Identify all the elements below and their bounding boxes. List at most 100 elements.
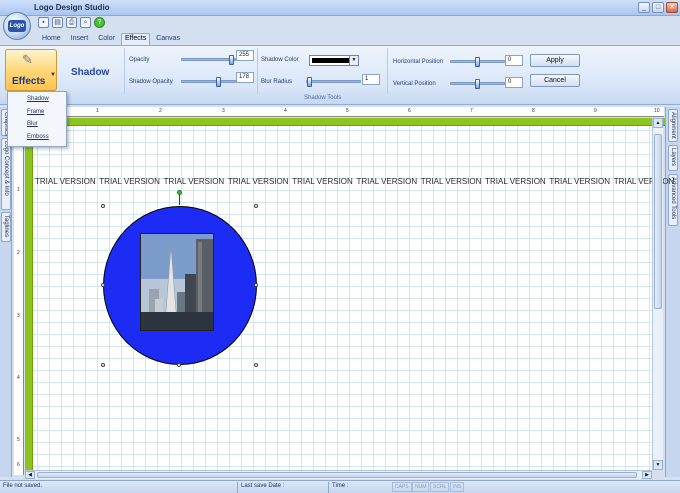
resize-handle[interactable] [101, 363, 105, 367]
minimize-button[interactable]: _ [638, 2, 650, 13]
file-status: File not saved. [3, 483, 43, 489]
trial-version-watermark: TRIAL VERSION [163, 177, 225, 186]
scrl-indicator: SCRL [430, 482, 450, 492]
tab-canvas[interactable]: Canvas [152, 33, 184, 45]
ruler-label: 8 [532, 108, 535, 114]
resize-handle[interactable] [254, 204, 258, 208]
print-icon[interactable]: ⎙ [66, 17, 77, 28]
ruler-label: 9 [594, 108, 597, 114]
right-panel-tabs: Alignment Layers Advanced Tools [665, 107, 680, 477]
apply-button[interactable]: Apply [530, 54, 580, 67]
resize-handle[interactable] [254, 363, 258, 367]
cancel-button[interactable]: Cancel [530, 74, 580, 87]
vertical-position-value[interactable]: 0 [505, 77, 523, 88]
ruler-label: 5 [346, 108, 349, 114]
close-button[interactable]: ✕ [666, 2, 678, 13]
tab-taglines-label: Taglines [3, 215, 9, 238]
ribbon-group-caption: Shadow Tools [304, 95, 342, 101]
tab-alignment[interactable]: Alignment [668, 109, 678, 142]
opacity-label: Opacity [129, 57, 150, 63]
opacity-slider[interactable] [181, 55, 236, 65]
left-panel-tabs: Graphics Logo Concept & Info Taglines [0, 107, 12, 477]
vertical-position-slider-thumb[interactable] [474, 79, 480, 89]
resize-handle[interactable] [101, 204, 105, 208]
trial-version-watermark: TRIAL VERSION [35, 177, 96, 186]
canvas-border-top [25, 118, 665, 126]
menu-item-frame[interactable]: Frame [8, 107, 66, 120]
ruler-label: 7 [470, 108, 473, 114]
opacity-group: Opacity 255 Shadow Opacity 178 [124, 48, 257, 94]
scroll-left-icon[interactable]: ◀ [25, 471, 35, 479]
blur-radius-value[interactable]: 1 [362, 74, 380, 85]
horizontal-scroll-thumb[interactable] [37, 472, 637, 478]
app-menu-button[interactable]: Logo [3, 12, 31, 40]
menu-item-blur[interactable]: Blur [8, 119, 66, 132]
caps-indicator: CAPS [392, 482, 412, 492]
ruler-label: 6 [17, 462, 20, 468]
horizontal-position-label: Horizontal Position [393, 59, 444, 65]
opacity-value[interactable]: 255 [236, 50, 254, 61]
num-indicator: NUM [412, 482, 430, 492]
shadow-color-group: Shadow Color ▼ Blur Radius 1 [257, 48, 387, 94]
rotation-handle[interactable] [177, 190, 182, 195]
maximize-button[interactable]: □ [652, 2, 664, 13]
tab-logo-concept-label: Logo Concept & Info [3, 141, 9, 196]
scroll-right-icon[interactable]: ▶ [642, 471, 652, 479]
ruler-label: 6 [408, 108, 411, 114]
horizontal-position-slider[interactable] [450, 57, 505, 67]
status-bar: File not saved. Last save Date : Time : … [0, 480, 680, 493]
horizontal-position-value[interactable]: 0 [505, 55, 523, 66]
tab-logo-concept[interactable]: Logo Concept & Info [1, 138, 11, 210]
trial-version-watermark: TRIAL VERSION [292, 177, 353, 186]
scroll-up-icon[interactable]: ▲ [653, 118, 663, 128]
magic-wand-icon: ✎ [22, 52, 33, 67]
vertical-position-slider[interactable] [450, 79, 505, 89]
shadow-opacity-value[interactable]: 178 [236, 72, 254, 83]
preview-icon[interactable]: ⌕ [80, 17, 91, 28]
shadow-opacity-label: Shadow Opacity [129, 79, 173, 85]
city-photo-image[interactable] [140, 233, 214, 331]
help-icon[interactable]: ? [94, 17, 105, 28]
status-separator [328, 482, 329, 493]
canvas-border-left [25, 118, 33, 470]
vertical-scroll-thumb[interactable] [654, 134, 662, 309]
menu-item-emboss[interactable]: Emboss [8, 132, 66, 145]
export-icon[interactable]: ▤ [52, 17, 63, 28]
trial-version-watermark: TRIAL VERSION [549, 177, 610, 186]
menu-item-shadow[interactable]: Shadow [8, 94, 66, 107]
save-icon[interactable]: ▪ [38, 17, 49, 28]
ruler-label: 10 [654, 108, 660, 114]
vertical-scrollbar[interactable]: ▲ ▼ [652, 118, 663, 470]
resize-handle[interactable] [101, 283, 105, 287]
ruler-label: 4 [17, 375, 20, 381]
blur-radius-slider[interactable] [306, 77, 361, 87]
tab-color[interactable]: Color [94, 33, 119, 45]
ruler-label: 2 [159, 108, 162, 114]
app-logo-icon: Logo [8, 20, 26, 32]
opacity-slider-thumb[interactable] [229, 55, 234, 65]
window-controls: _ □ ✕ [638, 2, 678, 13]
effects-dropdown-button[interactable]: ✎ Effects ▼ [5, 49, 57, 91]
shadow-color-picker[interactable]: ▼ [309, 55, 359, 66]
shadow-opacity-slider[interactable] [181, 77, 236, 87]
horizontal-scrollbar[interactable]: ◀ ▶ [25, 470, 652, 479]
tab-insert[interactable]: Insert [67, 33, 93, 45]
tab-taglines[interactable]: Taglines [1, 212, 11, 242]
horizontal-ruler: 1 2 3 4 5 6 7 8 9 10 [24, 107, 664, 117]
tab-layers[interactable]: Layers [668, 145, 678, 171]
quick-access-toolbar: ▪ ▤ ⎙ ⌕ ? [38, 17, 105, 30]
last-save-date: Last save Date : [241, 483, 285, 489]
vertical-position-label: Vertical Position [393, 81, 436, 87]
chevron-down-icon: ▼ [50, 72, 56, 78]
scroll-down-icon[interactable]: ▼ [653, 460, 663, 470]
ruler-label: 1 [96, 108, 99, 114]
tab-effects[interactable]: Effects [120, 33, 151, 45]
tab-home[interactable]: Home [38, 33, 65, 45]
ruler-label: 5 [17, 437, 20, 443]
blur-radius-slider-thumb[interactable] [307, 77, 312, 87]
shadow-opacity-slider-thumb[interactable] [216, 77, 222, 87]
chevron-down-icon[interactable]: ▼ [349, 56, 358, 65]
resize-handle[interactable] [177, 363, 181, 367]
resize-handle[interactable] [254, 283, 258, 287]
horizontal-position-slider-thumb[interactable] [474, 57, 480, 67]
